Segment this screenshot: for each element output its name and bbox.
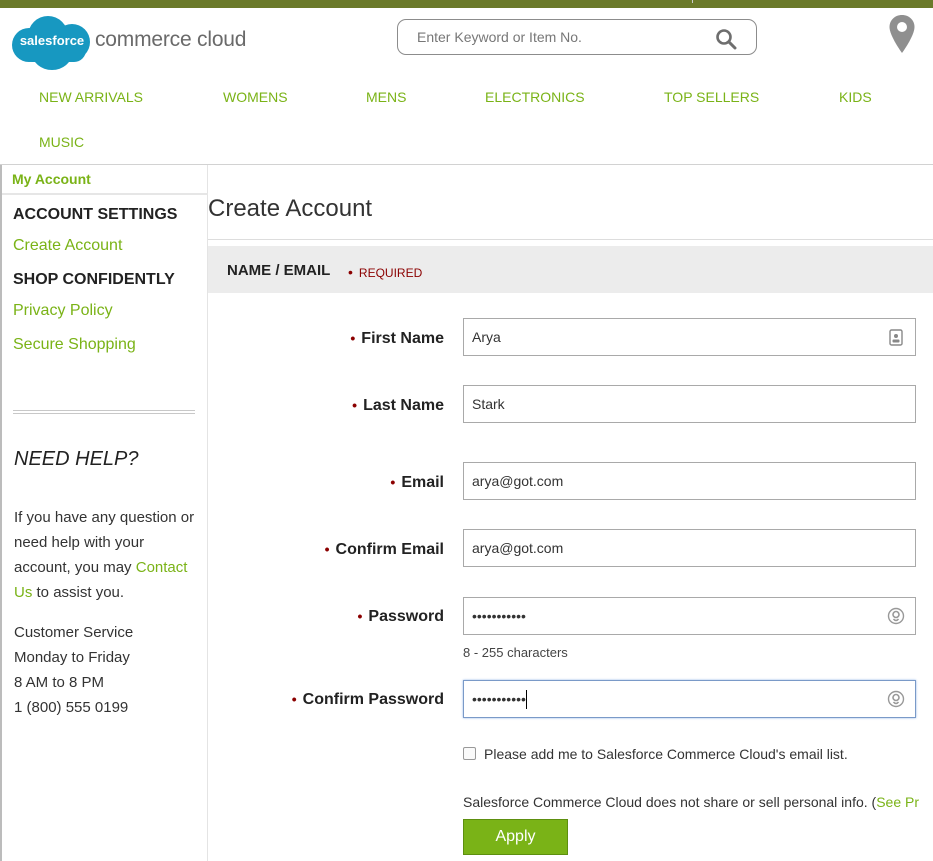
- confirm-password-label-text: Confirm Password: [302, 691, 444, 708]
- newsletter-label[interactable]: Please add me to Salesforce Commerce Clo…: [484, 746, 848, 762]
- required-dot: •: [324, 541, 330, 557]
- section-header: NAME / EMAIL • REQUIRED: [208, 246, 933, 293]
- email-label: • Email: [390, 474, 444, 492]
- password-field[interactable]: [464, 598, 864, 634]
- first-name-field-box: [463, 318, 916, 356]
- privacy-statement: Salesforce Commerce Cloud does not share…: [463, 794, 919, 810]
- required-note: • REQUIRED: [348, 264, 422, 280]
- customer-service-info: Customer Service Monday to Friday 8 AM t…: [14, 620, 133, 720]
- sidebar-item-secure-shopping[interactable]: Secure Shopping: [13, 336, 136, 354]
- nav-mens[interactable]: MENS: [366, 89, 406, 105]
- account-sidebar: My Account ACCOUNT SETTINGS Create Accou…: [0, 165, 208, 861]
- nav-womens[interactable]: WOMENS: [223, 89, 288, 105]
- top-bar-tick: [692, 0, 693, 3]
- password-label: • Password: [358, 608, 445, 626]
- account-settings-heading: ACCOUNT SETTINGS: [13, 206, 178, 223]
- my-account-link[interactable]: My Account: [12, 171, 91, 187]
- logo-word: salesforce: [19, 33, 85, 48]
- confirm-password-label: • Confirm Password: [292, 691, 444, 709]
- newsletter-checkbox[interactable]: [463, 747, 476, 760]
- store-locator-pin-icon[interactable]: [888, 14, 916, 54]
- nav-electronics[interactable]: ELECTRONICS: [485, 89, 585, 105]
- logo-tail-text: commerce cloud: [95, 28, 247, 51]
- nav-new-arrivals[interactable]: NEW ARRIVALS: [39, 89, 143, 105]
- confirm-email-field[interactable]: [464, 530, 864, 566]
- search-box[interactable]: [397, 19, 757, 55]
- nav-top-sellers[interactable]: TOP SELLERS: [664, 89, 759, 105]
- confirm-password-field-box: [463, 680, 916, 718]
- search-icon[interactable]: [715, 28, 737, 50]
- email-field[interactable]: [464, 463, 864, 499]
- first-name-field[interactable]: [464, 319, 864, 355]
- cs-phone: 1 (800) 555 0199: [14, 699, 129, 716]
- first-name-label: • First Name: [350, 330, 444, 348]
- cs-line: Customer Service: [14, 624, 134, 641]
- sidebar-item-privacy-policy[interactable]: Privacy Policy: [13, 302, 113, 320]
- password-label-text: Password: [368, 608, 444, 625]
- shop-confidently-heading: SHOP CONFIDENTLY: [13, 271, 175, 288]
- email-field-box: [463, 462, 916, 500]
- section-title: NAME / EMAIL: [227, 262, 331, 279]
- password-reveal-icon[interactable]: [887, 690, 905, 708]
- last-name-field[interactable]: [464, 386, 864, 422]
- confirm-email-field-box: [463, 529, 916, 567]
- confirm-email-label-text: Confirm Email: [335, 541, 444, 558]
- nav-kids[interactable]: KIDS: [839, 89, 872, 105]
- required-dot: •: [348, 264, 353, 280]
- sidebar-item-create-account[interactable]: Create Account: [13, 237, 122, 255]
- cs-line: Monday to Friday: [14, 649, 130, 666]
- email-label-text: Email: [401, 474, 444, 491]
- help-text-2: to assist you.: [36, 584, 125, 601]
- salesforce-cloud-logo: salesforce: [12, 14, 92, 70]
- required-dot: •: [352, 397, 358, 413]
- last-name-field-box: [463, 385, 916, 423]
- confirm-password-field[interactable]: [464, 681, 864, 717]
- required-dot: •: [357, 608, 363, 624]
- page-title: Create Account: [208, 195, 373, 222]
- last-name-label: • Last Name: [352, 397, 444, 415]
- nav-music[interactable]: MUSIC: [39, 134, 84, 150]
- password-reveal-icon[interactable]: [887, 607, 905, 625]
- required-dot: •: [390, 474, 396, 490]
- required-label: REQUIRED: [358, 266, 423, 280]
- confirm-email-label: • Confirm Email: [325, 541, 444, 559]
- title-divider: [208, 239, 933, 240]
- sidebar-separator: [13, 410, 195, 414]
- need-help-heading: NEED HELP?: [14, 448, 139, 470]
- required-dot: •: [291, 691, 297, 707]
- text-cursor: [526, 690, 527, 709]
- password-hint: 8 - 255 characters: [463, 645, 568, 660]
- last-name-label-text: Last Name: [363, 397, 444, 414]
- search-input[interactable]: [417, 29, 717, 45]
- privacy-policy-link[interactable]: See Pr: [876, 794, 919, 810]
- cs-line: 8 AM to 8 PM: [14, 674, 105, 691]
- required-dot: •: [350, 330, 356, 346]
- sidebar-divider: [2, 193, 208, 195]
- brand-logo[interactable]: salesforce commerce cloud: [12, 14, 246, 70]
- top-accent-bar: [0, 0, 933, 8]
- privacy-text: Salesforce Commerce Cloud does not share…: [463, 794, 877, 810]
- contact-card-icon[interactable]: [889, 329, 903, 346]
- password-field-box: [463, 597, 916, 635]
- apply-button[interactable]: Apply: [463, 819, 568, 855]
- first-name-label-text: First Name: [361, 330, 444, 347]
- help-paragraph: If you have any question or need help wi…: [14, 505, 204, 605]
